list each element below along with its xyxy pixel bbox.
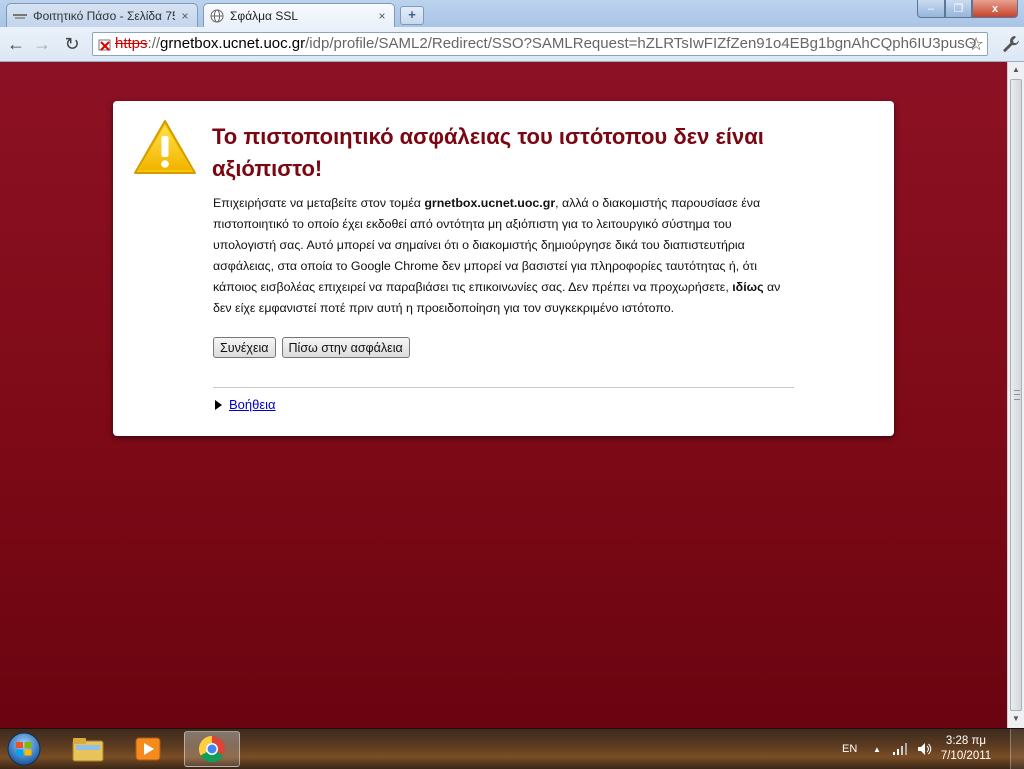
clock-date: 7/10/2011: [940, 750, 992, 762]
forward-arrow-icon: →: [33, 33, 51, 54]
emphasis-text: ιδίως: [732, 280, 764, 294]
tab-ssl-error[interactable]: Σφάλμα SSL ×: [203, 3, 395, 27]
url-separator: ://: [147, 35, 161, 52]
browser-toolbar: ← → ↻ https://grnetbox.ucnet.uoc.gr/idp/…: [0, 27, 1024, 62]
language-indicator[interactable]: EN: [842, 729, 857, 769]
folder-icon: [72, 738, 104, 762]
url-scheme: https: [115, 35, 148, 52]
taskbar-media-player[interactable]: [122, 731, 174, 767]
forward-button[interactable]: →: [30, 32, 54, 56]
ssl-warning-card: Το πιστοποιητικό ασφάλειας του ιστότοπου…: [113, 101, 894, 436]
description-text: Επιχειρήσατε να μεταβείτε στον τομέα: [213, 196, 425, 210]
tab-close-icon[interactable]: ×: [179, 9, 191, 23]
new-tab-button[interactable]: +: [400, 6, 424, 25]
tab-title: Φοιτητικό Πάσο - Σελίδα 75: [33, 8, 175, 23]
ssl-error-icon[interactable]: [98, 37, 112, 51]
url-host: grnetbox.ucnet.uoc.gr: [160, 35, 306, 52]
scrollbar-thumb[interactable]: [1010, 79, 1022, 711]
taskbar-chrome[interactable]: [184, 731, 240, 767]
media-player-icon: [135, 737, 161, 761]
back-arrow-icon: ←: [7, 33, 25, 54]
proceed-button[interactable]: Συνέχεια: [213, 337, 276, 358]
back-to-safety-button[interactable]: Πίσω στην ασφάλεια: [281, 337, 410, 358]
help-link[interactable]: Βοήθεια: [229, 397, 276, 412]
url-text: https://grnetbox.ucnet.uoc.gr/idp/profil…: [115, 33, 976, 55]
taskbar-explorer[interactable]: [62, 731, 114, 767]
browser-titlebar: Φοιτητικό Πάσο - Σελίδα 75 × Σφάλμα SSL …: [0, 0, 1024, 27]
window-controls: ‒ ❐ x: [917, 0, 1018, 19]
wrench-menu-icon[interactable]: [1000, 33, 1022, 55]
warning-description: Επιχειρήσατε να μεταβείτε στον τομέα grn…: [213, 193, 795, 319]
address-bar[interactable]: https://grnetbox.ucnet.uoc.gr/idp/profil…: [92, 32, 988, 56]
description-text: , αλλά ο διακομιστής παρουσίασε ένα πιστ…: [213, 196, 761, 294]
close-window-button[interactable]: x: [972, 0, 1018, 18]
maximize-button[interactable]: ❐: [945, 0, 972, 18]
tab-close-icon[interactable]: ×: [376, 9, 388, 23]
tab-title: Σφάλμα SSL: [230, 8, 299, 23]
warning-icon: [134, 120, 196, 174]
network-icon[interactable]: [892, 741, 908, 757]
bookmark-star-icon[interactable]: ☆: [968, 34, 984, 55]
reload-icon: ↻: [64, 33, 80, 54]
start-button[interactable]: [4, 730, 44, 768]
clock-time: 3:28 πμ: [945, 735, 987, 747]
reload-button[interactable]: ↻: [60, 32, 84, 56]
vertical-scrollbar[interactable]: ▲ ▼: [1007, 62, 1024, 728]
back-button[interactable]: ←: [4, 32, 28, 56]
scroll-down-arrow-icon[interactable]: ▼: [1008, 711, 1024, 727]
minimize-button[interactable]: ‒: [917, 0, 945, 18]
system-clock[interactable]: 3:28 πμ 7/10/2011: [932, 734, 1000, 764]
url-path: /idp/profile/SAML2/Redirect/SSO?SAMLRequ…: [305, 35, 977, 52]
scroll-up-arrow-icon[interactable]: ▲: [1008, 62, 1024, 78]
globe-icon: [210, 9, 224, 23]
divider: [213, 387, 794, 388]
action-buttons: Συνέχεια Πίσω στην ασφάλεια: [213, 337, 410, 358]
show-desktop-button[interactable]: [1010, 729, 1024, 769]
windows-taskbar: EN ▲ 3:28 πμ 7/10/2011: [0, 728, 1024, 769]
page-title: Το πιστοποιητικό ασφάλειας του ιστότοπου…: [212, 124, 764, 181]
domain-name: grnetbox.ucnet.uoc.gr: [424, 196, 556, 210]
help-toggle[interactable]: Βοήθεια: [215, 397, 276, 412]
expand-triangle-icon[interactable]: [215, 399, 222, 410]
grip-icon: [1014, 390, 1020, 400]
chrome-icon: [198, 735, 225, 763]
tray-overflow-arrow-icon[interactable]: ▲: [873, 729, 881, 769]
tab-student-pass[interactable]: Φοιτητικό Πάσο - Σελίδα 75 ×: [6, 3, 198, 27]
page-icon: [13, 9, 27, 23]
